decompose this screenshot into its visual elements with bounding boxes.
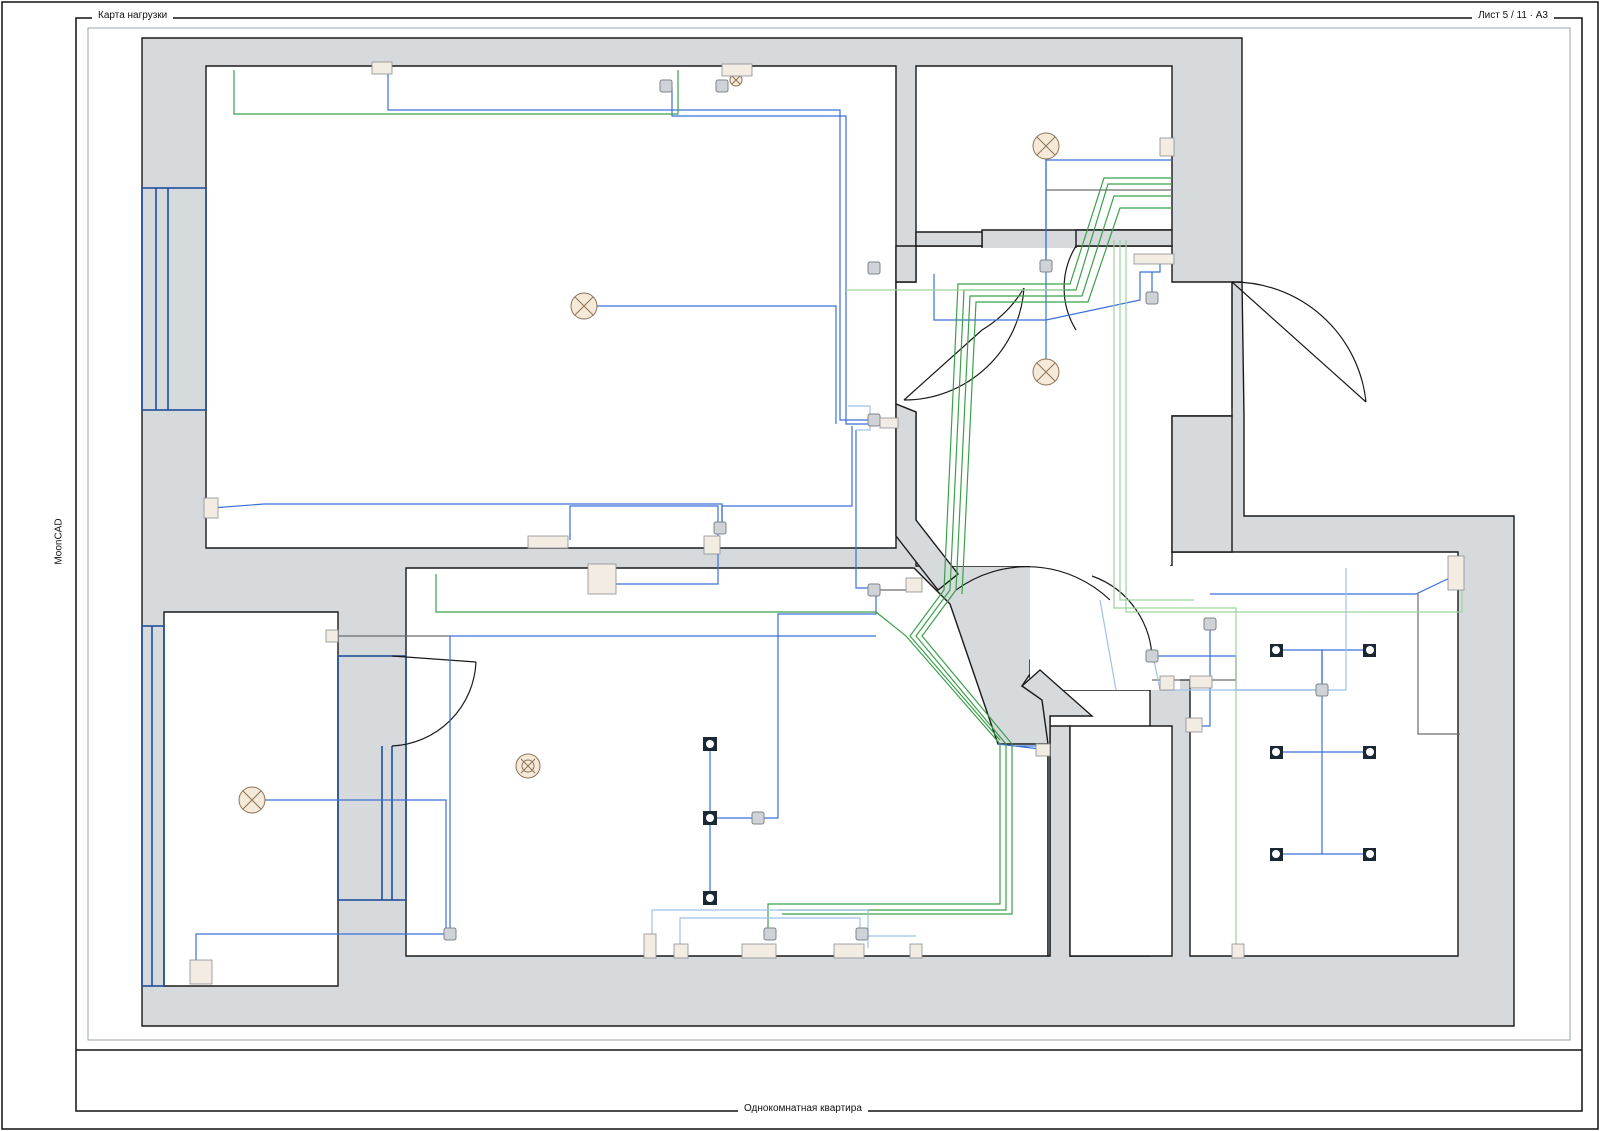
socket-icon — [1189, 675, 1213, 689]
junction-box-icon — [443, 927, 457, 941]
socket-icon — [741, 943, 777, 959]
junction-box-icon — [867, 261, 881, 275]
load-map-drawing — [1, 1, 1599, 1130]
socket-icon — [905, 577, 923, 593]
junction-box-icon — [659, 79, 673, 93]
junction-box-icon — [867, 413, 881, 427]
spot-light-icon — [1270, 746, 1283, 759]
socket-icon — [703, 535, 721, 555]
junction-box-icon — [751, 811, 765, 825]
junction-box-icon — [1145, 649, 1159, 663]
spot-light-icon — [703, 891, 717, 905]
spot-light-icon — [703, 737, 717, 751]
spot-light-icon — [1363, 644, 1376, 657]
junction-box-icon — [1039, 259, 1053, 273]
socket-icon — [673, 943, 689, 959]
spot-light-icon — [1363, 848, 1376, 861]
socket-icon — [643, 933, 657, 959]
room-bedroom — [405, 567, 1049, 957]
spot-light-icon — [1270, 644, 1283, 657]
socket-icon — [1035, 743, 1051, 757]
socket-icon — [1133, 253, 1175, 265]
junction-box-icon — [1203, 617, 1217, 631]
socket-icon — [371, 61, 393, 75]
socket-icon — [587, 563, 617, 595]
socket-icon — [1447, 555, 1465, 591]
page-info: Лист 5 / 11 · А3 — [1472, 10, 1554, 21]
socket-icon — [527, 535, 569, 549]
spot-light-icon — [1270, 848, 1283, 861]
socket-icon — [1185, 717, 1203, 733]
sheet-title: Карта нагрузки — [92, 10, 174, 21]
socket-icon — [1159, 137, 1175, 157]
spot-light-icon — [1363, 746, 1376, 759]
junction-box-icon — [867, 583, 881, 597]
project-name: Однокомнатная квартира — [738, 1103, 868, 1114]
socket-icon — [833, 943, 865, 959]
junction-box-icon — [1145, 291, 1159, 305]
socket-icon — [1231, 943, 1245, 959]
junction-box-icon — [715, 79, 729, 93]
junction-box-icon — [713, 521, 727, 535]
junction-box-icon — [855, 927, 869, 941]
spot-light-icon — [703, 811, 717, 825]
ceiling-lamp-icon — [515, 753, 541, 779]
socket-icon — [189, 959, 213, 985]
socket-icon — [325, 629, 339, 643]
app-name: MoonCAD — [53, 518, 65, 565]
socket-icon — [203, 497, 219, 519]
ceiling-lamp-icon — [238, 786, 266, 814]
socket-icon — [721, 63, 753, 77]
socket-icon — [909, 943, 923, 959]
socket-icon — [1159, 675, 1175, 691]
ceiling-lamp-icon — [570, 292, 598, 320]
junction-box-icon — [763, 927, 777, 941]
room-bathroom — [1069, 725, 1173, 957]
room-living — [205, 65, 897, 549]
ceiling-lamp-icon — [1032, 132, 1060, 160]
socket-icon — [879, 417, 899, 429]
ceiling-lamp-icon — [1032, 358, 1060, 386]
junction-box-icon — [1315, 683, 1329, 697]
